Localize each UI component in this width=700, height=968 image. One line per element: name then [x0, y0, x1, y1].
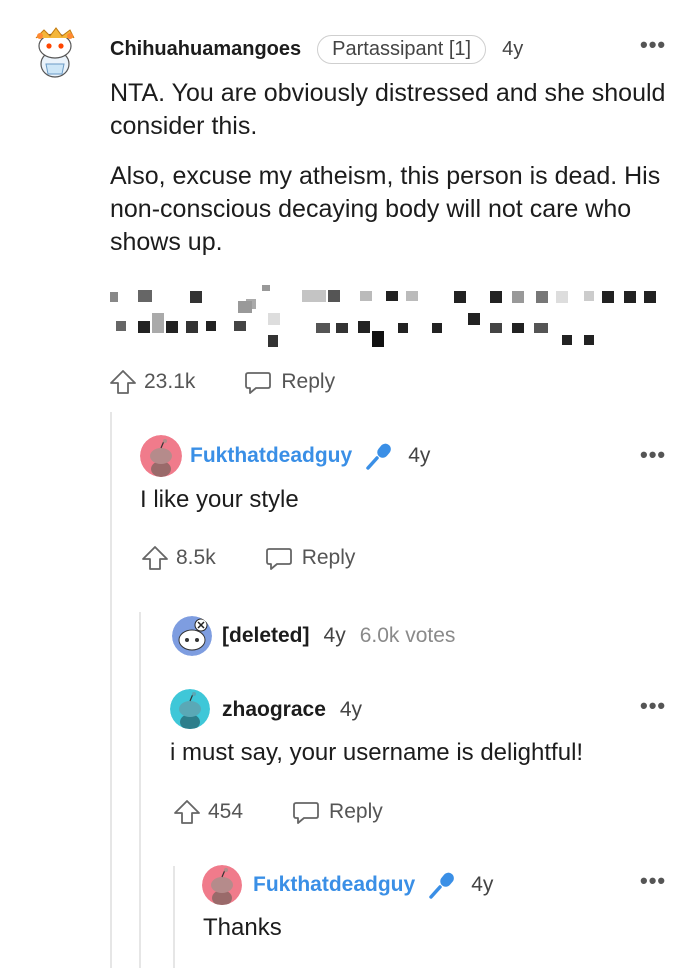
upvote-count: 23.1k [144, 370, 196, 393]
upvote-arrow-icon[interactable] [108, 368, 138, 396]
more-options-icon[interactable]: ••• [640, 695, 666, 717]
timestamp: 4y [339, 698, 363, 721]
deleted-snoo-avatar-icon [172, 616, 212, 656]
username[interactable]: Fukthatdeadguy [253, 873, 415, 897]
snoo-avatar-icon [202, 865, 242, 905]
avatar[interactable] [202, 865, 242, 905]
comment-actions: 8.5k Reply [140, 542, 355, 574]
reply-button[interactable]: Reply [281, 370, 335, 394]
upvote-arrow-icon[interactable] [140, 544, 170, 572]
avatar[interactable] [140, 435, 182, 477]
upvote-count: 8.5k [176, 546, 216, 569]
user-flair: Partassipant [1] [317, 34, 487, 64]
avatar[interactable] [26, 24, 84, 82]
username[interactable]: Fukthatdeadguy [190, 444, 352, 468]
username[interactable]: zhaograce [222, 698, 326, 722]
upvote-arrow-icon[interactable] [172, 798, 202, 826]
reply-button[interactable]: Reply [329, 800, 383, 824]
comment-text: Thanks [203, 914, 282, 941]
more-options-icon[interactable]: ••• [640, 444, 666, 466]
microphone-icon [427, 869, 459, 901]
reply-bubble-icon[interactable] [243, 368, 273, 396]
comment-paragraph: NTA. You are obviously distressed and sh… [110, 79, 666, 140]
comment-text: I like your style [140, 486, 299, 513]
thread-line-level-2 [139, 612, 141, 968]
timestamp: 4y [471, 873, 494, 896]
reply-bubble-icon[interactable] [264, 544, 294, 572]
avatar[interactable] [170, 689, 210, 729]
thread-line-level-1 [110, 412, 112, 968]
more-options-icon[interactable]: ••• [640, 34, 666, 56]
snoo-avatar-icon [35, 27, 75, 78]
username: [deleted] [222, 624, 310, 647]
reply-bubble-icon[interactable] [291, 798, 321, 826]
timestamp: 4y [502, 37, 524, 60]
comment-meta: zhaograce 4y [222, 694, 362, 726]
upvote-count: 454 [208, 800, 244, 823]
snoo-avatar-icon [140, 435, 182, 477]
comment-meta: Chihuahuamangoes Partassipant [1] 4y [110, 33, 523, 65]
reply-button[interactable]: Reply [302, 546, 356, 570]
username[interactable]: Chihuahuamangoes [110, 38, 301, 61]
snoo-avatar-icon [170, 689, 210, 729]
comment-text: i must say, your username is delightful! [170, 739, 584, 766]
comment-actions: 23.1k Reply [108, 366, 335, 398]
thread-line-level-3 [173, 866, 175, 968]
comment-meta: [deleted] 4y 6.0k votes [222, 620, 455, 652]
avatar [172, 616, 212, 656]
more-options-icon[interactable]: ••• [640, 870, 666, 892]
timestamp: 4y [408, 444, 431, 467]
comment-paragraph: Also, excuse my atheism, this person is … [110, 162, 661, 256]
vote-count: 6.0k votes [359, 624, 456, 647]
timestamp: 4y [323, 624, 346, 647]
comment-actions: 454 Reply [172, 796, 383, 828]
comment-meta: Fukthatdeadguy 4y [253, 869, 493, 901]
microphone-icon [364, 440, 396, 472]
censored-content [110, 285, 670, 355]
comment-meta: Fukthatdeadguy 4y [190, 440, 430, 472]
